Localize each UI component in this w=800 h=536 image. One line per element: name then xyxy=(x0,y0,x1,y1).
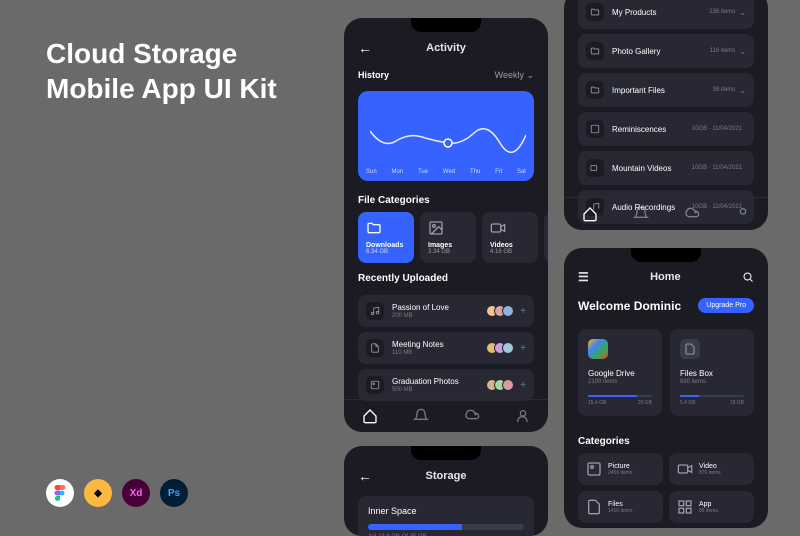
image-icon xyxy=(586,120,604,138)
nav-cloud-icon[interactable] xyxy=(684,206,700,222)
ps-icon: Ps xyxy=(160,479,188,507)
nav-home-icon[interactable] xyxy=(582,206,598,222)
add-icon[interactable]: + xyxy=(520,306,526,317)
image-icon xyxy=(366,376,384,394)
file-row[interactable]: Reminiscences10GB · 11/04/2021 xyxy=(578,112,754,146)
back-icon[interactable]: ← xyxy=(358,40,372,56)
category-videos[interactable]: Videos4.16 GB xyxy=(482,212,538,263)
cat-app[interactable]: App85 items xyxy=(669,491,754,523)
nav-bell-icon[interactable] xyxy=(413,408,429,424)
storage-screen: ← Storage Inner Space Avl 23.8 GB Of 35 … xyxy=(344,446,548,536)
screen-title: Home xyxy=(650,271,681,283)
inner-space-card: Inner Space Avl 23.8 GB Of 35 GB xyxy=(358,496,534,536)
category-images[interactable]: Images3.34 GB xyxy=(420,212,476,263)
chevron-down-icon: ⌄ xyxy=(739,86,746,95)
chevron-down-icon: ⌄ xyxy=(739,8,746,17)
video-icon xyxy=(586,159,604,177)
recent-title: Recently Uploaded xyxy=(344,263,548,290)
nav-user-icon[interactable] xyxy=(515,408,531,424)
recent-item[interactable]: Graduation Photos500 MB+ xyxy=(358,369,534,401)
bottom-nav xyxy=(564,197,768,230)
menu-icon[interactable]: ☰ xyxy=(578,270,589,284)
cat-picture[interactable]: Picture2456 items xyxy=(578,453,663,485)
drive-card[interactable]: Google Drive2100 items15.4 GB20 GB xyxy=(578,329,662,416)
files-screen: My Products236 items⌄ Photo Gallery116 i… xyxy=(564,0,768,230)
activity-screen: ← Activity History Weekly ⌄ SunMonTueWed… xyxy=(344,18,548,432)
welcome-text: Welcome Dominic xyxy=(578,299,681,313)
folder-row[interactable]: My Products236 items⌄ xyxy=(578,0,754,29)
filter-dropdown[interactable]: Weekly ⌄ xyxy=(495,70,534,81)
music-icon xyxy=(366,302,384,320)
drive-card[interactable]: Files Box890 items5.4 GB18 GB xyxy=(670,329,754,416)
folder-icon xyxy=(586,42,604,60)
xd-icon: Xd xyxy=(122,479,150,507)
bottom-nav xyxy=(344,399,548,432)
category-more[interactable]: A xyxy=(544,212,548,263)
back-icon[interactable]: ← xyxy=(358,468,372,484)
folder-row[interactable]: Important Files38 items⌄ xyxy=(578,73,754,107)
category-downloads[interactable]: Downloads6.34 GB xyxy=(358,212,414,263)
figma-icon xyxy=(46,479,74,507)
home-screen: ☰ Home Welcome Dominic Upgrade Pro Googl… xyxy=(564,248,768,528)
folder-icon xyxy=(586,3,604,21)
screen-title: Storage xyxy=(426,470,467,482)
search-icon[interactable] xyxy=(742,271,754,283)
sketch-icon: ◆ xyxy=(84,479,112,507)
file-row[interactable]: Mountain Videos10GB · 11/04/2021 xyxy=(578,151,754,185)
recent-item[interactable]: Meeting Notes110 MB+ xyxy=(358,332,534,364)
nav-bell-icon[interactable] xyxy=(633,206,649,222)
cat-video[interactable]: Video876 items xyxy=(669,453,754,485)
folder-row[interactable]: Photo Gallery116 items⌄ xyxy=(578,34,754,68)
cat-files[interactable]: Files1410 items xyxy=(578,491,663,523)
screen-title: Activity xyxy=(426,42,466,54)
history-label: History xyxy=(358,70,389,81)
folder-icon xyxy=(586,81,604,99)
recent-item[interactable]: Passion of Love200 MB+ xyxy=(358,295,534,327)
categories-title: Categories xyxy=(564,426,768,453)
page-title: Cloud StorageMobile App UI Kit xyxy=(46,36,277,106)
file-categories-title: File Categories xyxy=(344,185,548,212)
nav-user-icon[interactable] xyxy=(735,206,751,222)
add-icon[interactable]: + xyxy=(520,380,526,391)
add-icon[interactable]: + xyxy=(520,343,526,354)
nav-home-icon[interactable] xyxy=(362,408,378,424)
tool-icons: ◆ Xd Ps xyxy=(46,479,188,507)
nav-cloud-icon[interactable] xyxy=(464,408,480,424)
upgrade-button[interactable]: Upgrade Pro xyxy=(698,298,754,313)
chevron-down-icon: ⌄ xyxy=(739,47,746,56)
document-icon xyxy=(366,339,384,357)
storage-bar xyxy=(368,524,524,530)
activity-chart: SunMonTueWedThuFriSat xyxy=(358,91,534,181)
